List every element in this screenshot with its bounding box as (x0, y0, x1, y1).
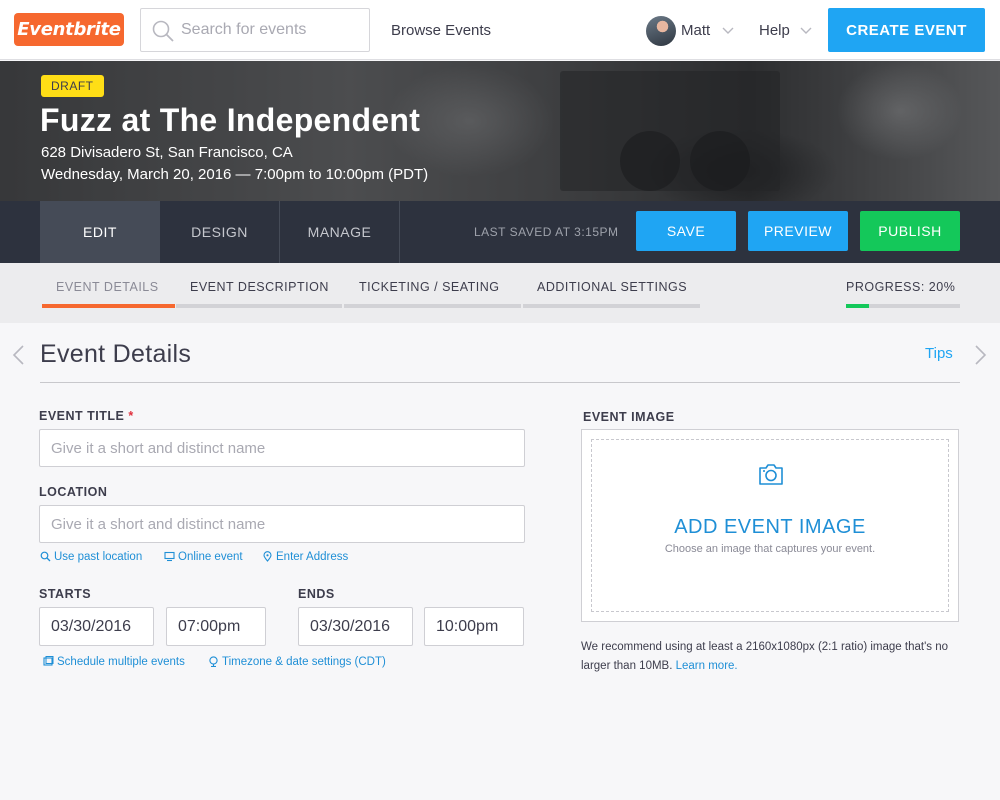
tips-link[interactable]: Tips (925, 345, 953, 362)
starts-label: STARTS (39, 587, 92, 601)
timezone-settings-link[interactable]: Timezone & date settings (CDT) (208, 656, 386, 668)
tab-ticketing-seating[interactable]: TICKETING / SEATING (359, 280, 500, 294)
enter-address-link[interactable]: Enter Address (262, 551, 348, 563)
section-divider (40, 382, 960, 383)
publish-button[interactable]: PUBLISH (860, 211, 960, 251)
step-tabs: EVENT DETAILS EVENT DESCRIPTION TICKETIN… (0, 263, 1000, 323)
tab-additional-settings[interactable]: ADDITIONAL SETTINGS (537, 280, 687, 294)
required-marker: * (128, 409, 134, 423)
user-avatar[interactable] (646, 16, 676, 46)
online-event-link[interactable]: Online event (164, 551, 243, 563)
page-title: Event Details (40, 340, 192, 368)
search-input[interactable] (181, 19, 361, 41)
camera-icon (759, 464, 783, 485)
create-event-button[interactable]: CREATE EVENT (828, 8, 985, 52)
browse-events-link[interactable]: Browse Events (391, 22, 491, 39)
calendar-icon (43, 656, 54, 666)
end-time-input[interactable] (424, 607, 524, 646)
map-pin-icon (263, 551, 272, 562)
use-past-location-link[interactable]: Use past location (40, 551, 142, 563)
image-recommendation: We recommend using at least a 2160x1080p… (581, 641, 948, 672)
progress-bar-fill (846, 304, 869, 308)
start-date-input[interactable] (39, 607, 154, 646)
tab-event-description[interactable]: EVENT DESCRIPTION (190, 280, 329, 294)
event-address: 628 Divisadero St, San Francisco, CA (41, 144, 293, 161)
progress-label: PROGRESS: 20% (846, 280, 956, 294)
event-image-upload[interactable]: ADD EVENT IMAGE Choose an image that cap… (581, 429, 959, 622)
event-title-label: EVENT TITLE * (39, 409, 134, 423)
start-time-input[interactable] (166, 607, 266, 646)
event-hero-banner: DRAFT Fuzz at The Independent 628 Divisa… (0, 61, 1000, 201)
location-input[interactable] (39, 505, 525, 543)
ends-label: ENDS (298, 587, 335, 601)
chevron-right-icon[interactable] (975, 345, 987, 365)
tab-manage[interactable]: MANAGE (280, 201, 400, 263)
search-icon (40, 551, 51, 562)
top-nav: Eventbrite Browse Events Matt Help CREAT… (0, 0, 1000, 60)
user-menu[interactable]: Matt (681, 22, 710, 39)
editor-action-bar: EDIT DESIGN MANAGE LAST SAVED AT 3:15PM … (0, 201, 1000, 263)
tab-edit[interactable]: EDIT (40, 201, 160, 263)
event-title: Fuzz at The Independent (40, 102, 421, 138)
preview-button[interactable]: PREVIEW (748, 211, 848, 251)
help-menu[interactable]: Help (759, 22, 790, 39)
image-hint: Choose an image that captures your event… (664, 543, 876, 555)
eventbrite-logo[interactable]: Eventbrite (14, 13, 124, 46)
monitor-icon (164, 551, 175, 562)
globe-icon (209, 656, 218, 668)
progress-bar (846, 304, 960, 308)
location-label: LOCATION (39, 485, 108, 499)
event-title-input[interactable] (39, 429, 525, 467)
save-button[interactable]: SAVE (636, 211, 736, 251)
search-box[interactable] (140, 8, 370, 52)
end-date-input[interactable] (298, 607, 413, 646)
add-event-image-button[interactable]: ADD EVENT IMAGE (592, 516, 948, 539)
image-dropzone[interactable]: ADD EVENT IMAGE Choose an image that cap… (591, 439, 949, 612)
tab-event-details-indicator (42, 304, 175, 308)
schedule-multiple-events-link[interactable]: Schedule multiple events (43, 656, 185, 668)
status-badge: DRAFT (41, 75, 104, 97)
chevron-down-icon[interactable] (800, 27, 812, 35)
last-saved-status: LAST SAVED AT 3:15PM (474, 225, 619, 239)
search-icon (152, 20, 174, 42)
tab-event-details[interactable]: EVENT DETAILS (56, 280, 159, 294)
event-datetime: Wednesday, March 20, 2016 — 7:00pm to 10… (41, 166, 429, 183)
chevron-down-icon[interactable] (722, 27, 734, 35)
learn-more-link[interactable]: Learn more. (676, 660, 738, 672)
tab-design[interactable]: DESIGN (160, 201, 280, 263)
event-image-label: EVENT IMAGE (583, 410, 675, 424)
chevron-left-icon[interactable] (12, 345, 24, 365)
